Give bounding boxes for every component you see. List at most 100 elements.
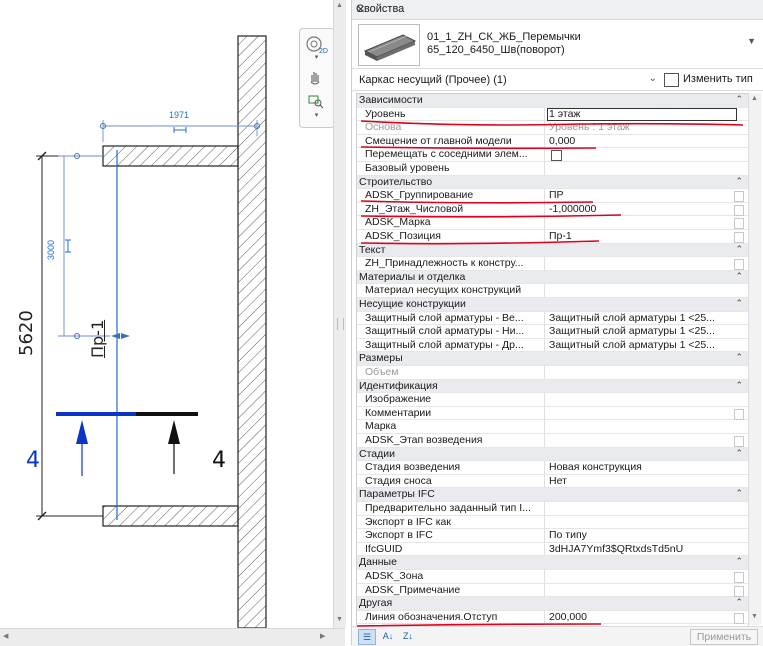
property-row[interactable]: Линия обозначения.Отступ 200,000 (357, 610, 748, 625)
property-row[interactable]: ADSK_Позиция Пр-1 (357, 230, 748, 244)
canvas-horizontal-scrollbar[interactable]: ◀ ▶ (0, 628, 345, 646)
associate-parameter-button[interactable] (734, 259, 744, 271)
associate-parameter-button[interactable] (734, 218, 744, 230)
property-row[interactable]: IfcGUID 3dHJA7Ymf3$QRtxdsTd5nU (357, 542, 748, 557)
property-value[interactable]: Нет (549, 475, 739, 488)
property-value[interactable]: Защитный слой арматуры 1 <25... (549, 339, 739, 352)
property-value[interactable]: Защитный слой арматуры 1 <25... (549, 312, 739, 325)
property-row[interactable]: Объем (357, 366, 748, 380)
property-row[interactable]: Защитный слой арматуры - Ни... Защитный с… (357, 325, 748, 339)
drawing-canvas[interactable]: 1971 3000 5620 Пр-1 4 4 2D ▾ ▾ (0, 0, 340, 628)
collapse-chevron-icon[interactable]: ⌃ (735, 271, 743, 282)
chevron-down-icon[interactable]: ▾ (303, 53, 330, 63)
collapse-chevron-icon[interactable]: ⌃ (735, 352, 743, 363)
property-value[interactable]: 0,000 (549, 135, 739, 148)
scroll-up-icon[interactable]: ▲ (336, 2, 343, 9)
property-row[interactable]: Экспорт в IFC По типу (357, 529, 748, 543)
property-row[interactable]: Экспорт в IFC как (357, 515, 748, 530)
property-row[interactable]: ADSK_Примечание (357, 583, 748, 598)
category-header[interactable]: Идентификация ⌃ (357, 379, 748, 394)
chevron-down-icon[interactable]: ▼ (747, 36, 756, 46)
steering-wheel-icon[interactable]: 2D (303, 33, 330, 55)
property-row[interactable]: Стадия возведения Новая конструкция (357, 461, 748, 475)
zoom-region-icon[interactable] (303, 91, 330, 111)
scroll-left-icon[interactable]: ◀ (3, 632, 8, 640)
pan-hand-icon[interactable] (303, 67, 330, 87)
associate-parameter-button[interactable] (734, 612, 744, 624)
collapse-chevron-icon[interactable]: ⌃ (735, 448, 743, 459)
category-header[interactable]: Данные ⌃ (357, 556, 748, 570)
edit-type-button[interactable]: Изменить тип (662, 71, 760, 88)
associate-parameter-button[interactable] (734, 204, 744, 216)
category-header[interactable]: Строительство ⌃ (357, 175, 748, 190)
category-header[interactable]: Зависимости ⌃ (357, 94, 748, 108)
associate-parameter-button[interactable] (734, 585, 744, 597)
property-row[interactable]: Базовый уровень (357, 162, 748, 176)
category-header[interactable]: Несущие конструкции ⌃ (357, 298, 748, 312)
associate-parameter-button[interactable] (734, 408, 744, 420)
collapse-chevron-icon[interactable]: ⌃ (735, 488, 743, 499)
associate-parameter-button[interactable] (734, 436, 744, 447)
chevron-down-icon[interactable]: ▾ (303, 111, 330, 121)
category-header[interactable]: Параметры IFC ⌃ (357, 488, 748, 502)
category-header[interactable]: Стадии ⌃ (357, 447, 748, 462)
associate-parameter-button[interactable] (734, 191, 744, 203)
property-value[interactable]: По типу (549, 529, 739, 542)
properties-scrollbar[interactable]: ▲ ▼ (748, 93, 761, 625)
scroll-right-icon[interactable]: ▶ (320, 632, 325, 640)
property-checkbox[interactable] (551, 150, 562, 162)
lintel-tag[interactable]: Пр-1 (88, 320, 107, 358)
apply-button[interactable]: Применить (690, 629, 758, 645)
property-row[interactable]: ADSK_Этап возведения (357, 434, 748, 448)
scroll-up-icon[interactable]: ▲ (751, 95, 758, 102)
property-row[interactable]: Предварительно заданный тип I... (357, 502, 748, 516)
property-value[interactable]: 3dHJA7Ymf3$QRtxdsTd5nU (549, 543, 739, 556)
collapse-chevron-icon[interactable]: ⌃ (735, 176, 743, 187)
scroll-grip[interactable] (337, 318, 344, 330)
property-row[interactable]: ZH_Этаж_Числовой -1,000000 (357, 202, 748, 217)
property-row[interactable]: Уровень 1 этаж (357, 107, 748, 122)
associate-parameter-button[interactable] (734, 232, 744, 243)
type-selector[interactable]: 01_1_ZH_СК_ЖБ_Перемычки 65_120_6450_Шв(п… (352, 20, 763, 69)
property-row[interactable]: Марка (357, 420, 748, 434)
category-header[interactable]: Текст ⌃ (357, 243, 748, 258)
sort-za-icon[interactable]: Z↓ (400, 629, 416, 643)
property-row[interactable]: Стадия сноса Нет (357, 474, 748, 489)
category-header[interactable]: Размеры ⌃ (357, 352, 748, 366)
property-row[interactable]: ZH_Принадлежность к констру... (357, 257, 748, 271)
category-header[interactable]: Другая ⌃ (357, 597, 748, 611)
property-value[interactable]: Новая конструкция (549, 461, 739, 474)
collapse-chevron-icon[interactable]: ⌃ (735, 94, 743, 105)
collapse-chevron-icon[interactable]: ⌃ (735, 597, 743, 608)
property-row[interactable]: Смещение от главной модели 0,000 (357, 134, 748, 149)
collapse-chevron-icon[interactable]: ⌃ (735, 556, 743, 567)
sort-category-icon[interactable]: ☰ (358, 629, 376, 645)
property-row[interactable]: ADSK_Группирование ПР (357, 189, 748, 203)
property-value[interactable]: ПР (549, 189, 739, 202)
scroll-down-icon[interactable]: ▼ (336, 616, 343, 623)
property-row[interactable]: ADSK_Марка (357, 216, 748, 230)
associate-parameter-button[interactable] (734, 572, 744, 583)
scroll-down-icon[interactable]: ▼ (751, 613, 758, 620)
collapse-chevron-icon[interactable]: ⌃ (735, 244, 743, 255)
close-icon[interactable]: ✕ (356, 3, 758, 16)
property-row[interactable]: Защитный слой арматуры - Ве... Защитный с… (357, 311, 748, 326)
property-row[interactable]: ADSK_Зона (357, 570, 748, 584)
property-row[interactable]: Изображение (357, 393, 748, 407)
category-header[interactable]: Материалы и отделка ⌃ (357, 270, 748, 285)
instance-filter-select[interactable]: Каркас несущий (Прочее) (1) ⌄ (356, 71, 660, 90)
property-value[interactable]: -1,000000 (549, 203, 739, 216)
property-row[interactable]: Материал несущих конструкций (357, 284, 748, 298)
property-value[interactable]: 200,000 (549, 611, 739, 624)
property-value[interactable]: 1 этаж (549, 108, 739, 121)
canvas-vertical-scrollbar[interactable]: ▲ ▼ (333, 0, 346, 628)
collapse-chevron-icon[interactable]: ⌃ (735, 380, 743, 391)
property-value[interactable]: Пр-1 (549, 230, 739, 243)
sort-az-icon[interactable]: A↓ (380, 629, 396, 643)
property-row[interactable]: Комментарии (357, 406, 748, 421)
property-row[interactable]: Защитный слой арматуры - Др... Защитный с… (357, 338, 748, 353)
collapse-chevron-icon[interactable]: ⌃ (735, 298, 743, 309)
property-value[interactable]: Защитный слой арматуры 1 <25... (549, 325, 739, 338)
property-row[interactable]: Перемещать с соседними элем... (357, 148, 748, 162)
property-row[interactable]: Основа Уровень : 1 этаж (357, 121, 748, 135)
